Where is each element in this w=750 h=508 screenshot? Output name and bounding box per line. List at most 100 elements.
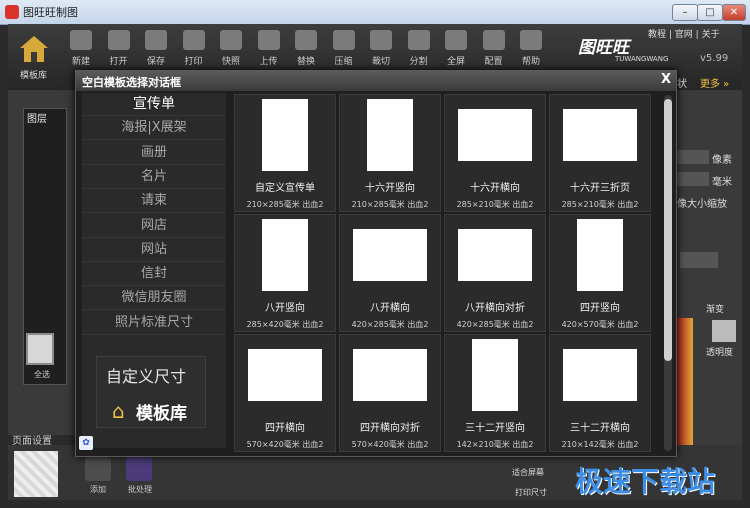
template-dimensions: 570×420毫米 出血2 [351,440,429,449]
about-link[interactable]: 关于 [702,30,720,40]
category-item[interactable]: 信封 [82,263,226,287]
page-thumbnail[interactable] [14,451,58,497]
template-dimensions: 142×210毫米 出血2 [456,440,534,449]
help-icon [520,30,542,50]
save-icon [145,30,167,50]
scale-option[interactable]: 像大小缩放 [677,195,727,210]
home-library-icon[interactable]: ⌂ [112,399,125,423]
toolbar-button-label: 压缩 [334,57,353,67]
template-dimensions: 210×285毫米 出血2 [351,200,429,209]
template-card[interactable]: 自定义宣传单 210×285毫米 出血2 [234,94,336,212]
more-button[interactable]: 更多 » [700,75,729,90]
watermark-text: 极速下载站 [575,465,716,498]
template-preview [458,229,532,281]
template-card[interactable]: 八开横向 420×285毫米 出血2 [339,214,441,332]
category-item[interactable]: 画册 [82,142,226,165]
maximize-button[interactable]: □ [697,4,723,21]
toolbar-button-label: 快照 [221,57,240,67]
gear-icon [482,30,505,50]
batch-process-label[interactable]: 批处理 [128,484,152,495]
minimize-button[interactable]: – [672,4,698,21]
category-item[interactable]: 照片标准尺寸 [82,312,226,335]
template-card[interactable]: 八开横向对折 420×285毫米 出血2 [444,214,546,332]
template-name: 三十二开竖向 [465,423,525,434]
opacity-label: 透明度 [706,348,734,358]
replace-icon [295,30,317,50]
template-card[interactable]: 三十二开横向 210×142毫米 出血2 [549,334,651,452]
scrollbar-thumb[interactable] [664,99,672,361]
template-name: 自定义宣传单 [255,183,315,194]
select-all-button[interactable]: 全选 [34,369,50,380]
category-item[interactable]: 网站 [82,239,226,262]
category-item[interactable]: 名片 [82,166,226,189]
pixel-unit-label: 像素 [712,155,732,166]
home-icon[interactable] [18,34,50,64]
toolbar-button-label: 裁切 [371,57,390,67]
mm-input[interactable] [677,172,709,186]
gradient-tab[interactable]: 渐变 [706,302,724,315]
template-card[interactable]: 四开竖向 420×570毫米 出血2 [549,214,651,332]
template-dimensions: 570×420毫米 出血2 [246,440,324,449]
custom-size-button[interactable]: 自定义尺寸 [106,363,186,387]
template-dimensions: 420×285毫米 出血2 [456,320,534,329]
template-card[interactable]: 十六开三折页 285×210毫米 出血2 [549,94,651,212]
printer-icon [182,30,205,50]
app-logo-icon [5,5,19,19]
upload-icon [257,30,280,50]
monitor-icon [445,30,467,50]
template-dimensions: 285×420毫米 出血2 [246,320,324,329]
template-dimensions: 285×210毫米 出血2 [456,200,534,209]
template-preview [367,99,413,171]
window-titlebar [0,0,750,25]
template-library-button[interactable]: 模板库 [136,399,187,424]
toolbar-button-label: 打开 [109,57,128,67]
template-card[interactable]: 四开横向 570×420毫米 出血2 [234,334,336,452]
template-card[interactable]: 十六开横向 285×210毫米 出血2 [444,94,546,212]
template-card[interactable]: 四开横向对折 570×420毫米 出血2 [339,334,441,452]
pixel-input[interactable] [677,150,709,164]
template-dimensions: 420×570毫米 出血2 [561,320,639,329]
category-item[interactable]: 请柬 [82,190,226,214]
template-name: 八开横向对折 [465,303,525,314]
template-dialog: 空白模板选择对话框 X 宣传单 海报|X展架 画册 名片 请柬 网店 网站 信封 微信朋友圈 照片… [75,70,677,457]
template-card[interactable]: 八开竖向 285×420毫米 出血2 [234,214,336,332]
template-preview [563,349,637,401]
paw-icon: ✿ [79,436,93,450]
template-preview [577,219,623,291]
template-preview [458,109,532,161]
toolbar-button-label: 新建 [71,57,90,67]
layer-thumbnail[interactable] [26,333,54,365]
add-page-icon[interactable] [85,457,111,481]
category-item[interactable]: 微信朋友圈 [82,287,226,311]
template-card[interactable]: 三十二开竖向 142×210毫米 出血2 [444,334,546,452]
crop-icon [407,30,430,50]
new-file-icon [70,30,92,50]
template-card[interactable]: 十六开竖向 210×285毫米 出血2 [339,94,441,212]
color-preview[interactable] [712,320,736,342]
value-input[interactable] [680,252,718,268]
dialog-title: 空白模板选择对话框 [82,76,181,89]
toolbar-button-label: 上传 [259,57,278,67]
close-window-button[interactable]: ✕ [722,4,746,21]
category-item[interactable]: 宣传单 [82,93,226,116]
template-library-label[interactable]: 模板库 [20,68,47,81]
category-item[interactable]: 网店 [82,215,226,238]
batch-process-icon[interactable] [126,457,152,481]
toolbar-button-label: 保存 [146,57,165,67]
folder-open-icon [107,30,130,50]
template-dimensions: 285×210毫米 出血2 [561,200,639,209]
color-spectrum[interactable] [677,318,693,445]
print-size-option[interactable]: 打印尺寸 [515,487,547,498]
template-name: 十六开三折页 [570,183,630,194]
add-page-label[interactable]: 添加 [90,484,106,495]
template-preview [472,339,518,411]
template-name: 八开横向 [370,303,410,314]
category-item[interactable]: 海报|X展架 [82,117,226,141]
template-preview [262,219,308,291]
template-name: 四开竖向 [580,303,620,314]
template-preview [262,99,308,171]
template-dimensions: 420×285毫米 出血2 [351,320,429,329]
fit-screen-option[interactable]: 适合屏幕 [512,467,544,478]
layers-title: 图层 [27,114,47,125]
dialog-close-button[interactable]: X [661,72,671,87]
